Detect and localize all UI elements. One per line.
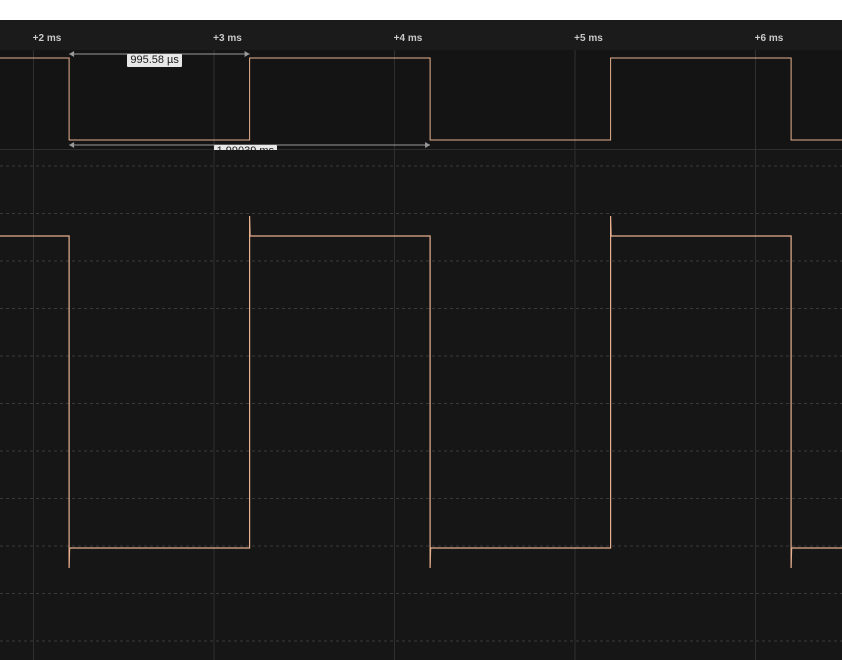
- measurement-arrow-right: [425, 142, 431, 148]
- measurement-arrow-left: [69, 142, 75, 148]
- ruler-tick-label: +5 ms: [574, 33, 603, 44]
- analog-channel-lane[interactable]: [0, 150, 842, 660]
- digital-trace: [0, 57, 842, 141]
- pulse-width-measurement-label[interactable]: 995.58 µs: [127, 54, 182, 67]
- ruler-tick-label: +6 ms: [754, 33, 784, 44]
- ruler-tick-label: +2 ms: [32, 33, 62, 44]
- analog-waveform: [0, 150, 842, 660]
- ruler-tick-label: +4 ms: [393, 33, 423, 44]
- digital-waveform: [0, 50, 842, 149]
- analog-trace: [0, 215, 842, 569]
- logic-analyzer-view: +2 ms +3 ms +4 ms +5 ms +6 ms 995.58 µs 1.99…: [0, 0, 842, 660]
- time-ruler[interactable]: +2 ms +3 ms +4 ms +5 ms +6 ms: [0, 20, 842, 51]
- measurement-arrow-right: [244, 51, 250, 57]
- ruler-tick-label: +3 ms: [213, 33, 242, 44]
- digital-channel-lane[interactable]: 995.58 µs 1.99039 ms: [0, 50, 842, 158]
- analog-grid: [0, 150, 842, 660]
- measurement-arrow-left: [69, 51, 75, 57]
- top-bar: [0, 0, 842, 20]
